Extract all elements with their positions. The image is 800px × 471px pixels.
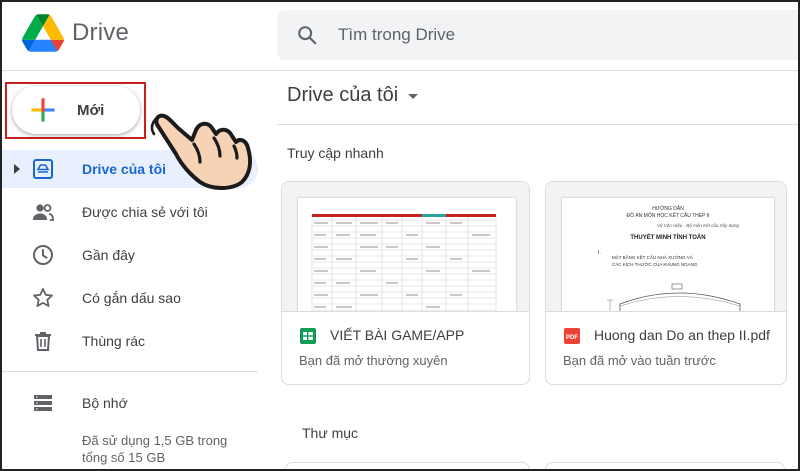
sidebar-item-starred[interactable]: Có gắn dấu sao <box>0 279 258 317</box>
pdf-icon: PDF <box>564 328 580 344</box>
pdf-preview: HƯỚNG DẪN ĐỒ ÁN MÔN HỌC KẾT CẤU THÉP II … <box>562 198 774 311</box>
file-thumbnail: HƯỚNG DẪN ĐỒ ÁN MÔN HỌC KẾT CẤU THÉP II … <box>546 182 786 312</box>
svg-text:PDF: PDF <box>566 335 578 341</box>
plus-icon <box>31 98 55 122</box>
search-icon[interactable] <box>296 24 318 46</box>
shared-people-icon <box>33 204 54 221</box>
google-drive-icon <box>22 14 64 52</box>
quick-access-title: Truy cập nhanh <box>287 145 384 161</box>
star-icon <box>33 288 53 307</box>
file-name: Huong dan Do an thep II.pdf <box>594 327 770 343</box>
search-bar[interactable]: Tìm trong Drive <box>277 10 800 60</box>
pointing-hand-icon <box>150 113 252 190</box>
clock-icon <box>33 245 53 265</box>
pdf-preview-line: Vũ Văn Hiệu - Bộ môn Kết cấu Xây dựng <box>657 223 739 228</box>
main-divider <box>277 124 800 125</box>
sidebar-divider <box>0 371 258 372</box>
quick-access-card-pdf[interactable]: HƯỚNG DẪN ĐỒ ÁN MÔN HỌC KẾT CẤU THÉP II … <box>545 181 787 385</box>
my-drive-icon <box>33 159 53 179</box>
sidebar-item-label: Gần đây <box>82 247 135 263</box>
sidebar-item-storage[interactable]: Bộ nhớ <box>0 384 258 422</box>
sidebar-item-shared-with-me[interactable]: Được chia sẻ với tôi <box>0 193 258 231</box>
trash-icon <box>35 332 51 351</box>
spreadsheet-grid-icon <box>311 214 497 311</box>
pdf-preview-line: HƯỚNG DẪN <box>652 206 684 212</box>
quick-access-card-sheet[interactable]: VIẾT BÀI GAME/APP Bạn đã mở thường xuyên <box>281 181 530 385</box>
sidebar-item-label: Thùng rác <box>82 333 146 349</box>
sidebar-item-label: Bộ nhớ <box>82 395 128 411</box>
new-button-label: Mới <box>77 101 105 119</box>
storage-icon <box>34 395 52 411</box>
file-subtitle: Bạn đã mở thường xuyên <box>299 353 448 368</box>
page-title: Drive của tôi <box>287 84 399 106</box>
dropdown-arrow-icon[interactable] <box>408 94 419 99</box>
pdf-preview-line: CÁC KÍCH THƯỚC CỦA KHUNG NGANG <box>612 262 698 267</box>
sidebar-item-label: Có gắn dấu sao <box>82 290 181 306</box>
header-divider <box>0 70 800 71</box>
expand-caret-icon[interactable] <box>14 164 20 174</box>
sidebar-item-recent[interactable]: Gần đây <box>0 236 258 274</box>
sidebar-item-label: Được chia sẻ với tôi <box>82 204 208 220</box>
spreadsheet-preview <box>298 198 516 311</box>
file-name: VIẾT BÀI GAME/APP <box>330 327 465 343</box>
google-sheets-icon <box>300 328 316 344</box>
search-input[interactable]: Tìm trong Drive <box>338 25 455 45</box>
folders-title: Thư mục <box>302 425 359 441</box>
new-button[interactable]: Mới <box>12 86 140 134</box>
breadcrumb[interactable]: Drive của tôi <box>287 84 419 107</box>
file-thumbnail <box>282 182 529 312</box>
sidebar-item-trash[interactable]: Thùng rác <box>0 322 258 360</box>
app-name: Drive <box>72 19 130 46</box>
drive-logo[interactable]: Drive <box>22 14 129 52</box>
folder-item[interactable] <box>545 462 785 471</box>
pdf-preview-line: MẶT BẰNG KẾT CẤU NHÀ XƯỞNG VÀ <box>612 255 693 260</box>
pdf-preview-heading: THUYẾT MINH TÍNH TOÁN <box>630 235 706 241</box>
frame-drawing-icon <box>607 283 741 311</box>
folder-item[interactable] <box>285 462 530 471</box>
storage-usage-text: Đã sử dụng 1,5 GB trong tổng số 15 GB <box>82 433 228 465</box>
file-subtitle: Bạn đã mở vào tuần trước <box>563 353 716 368</box>
pdf-preview-line: I. <box>598 250 601 256</box>
pdf-preview-line: ĐỒ ÁN MÔN HỌC KẾT CẤU THÉP II <box>626 213 710 219</box>
